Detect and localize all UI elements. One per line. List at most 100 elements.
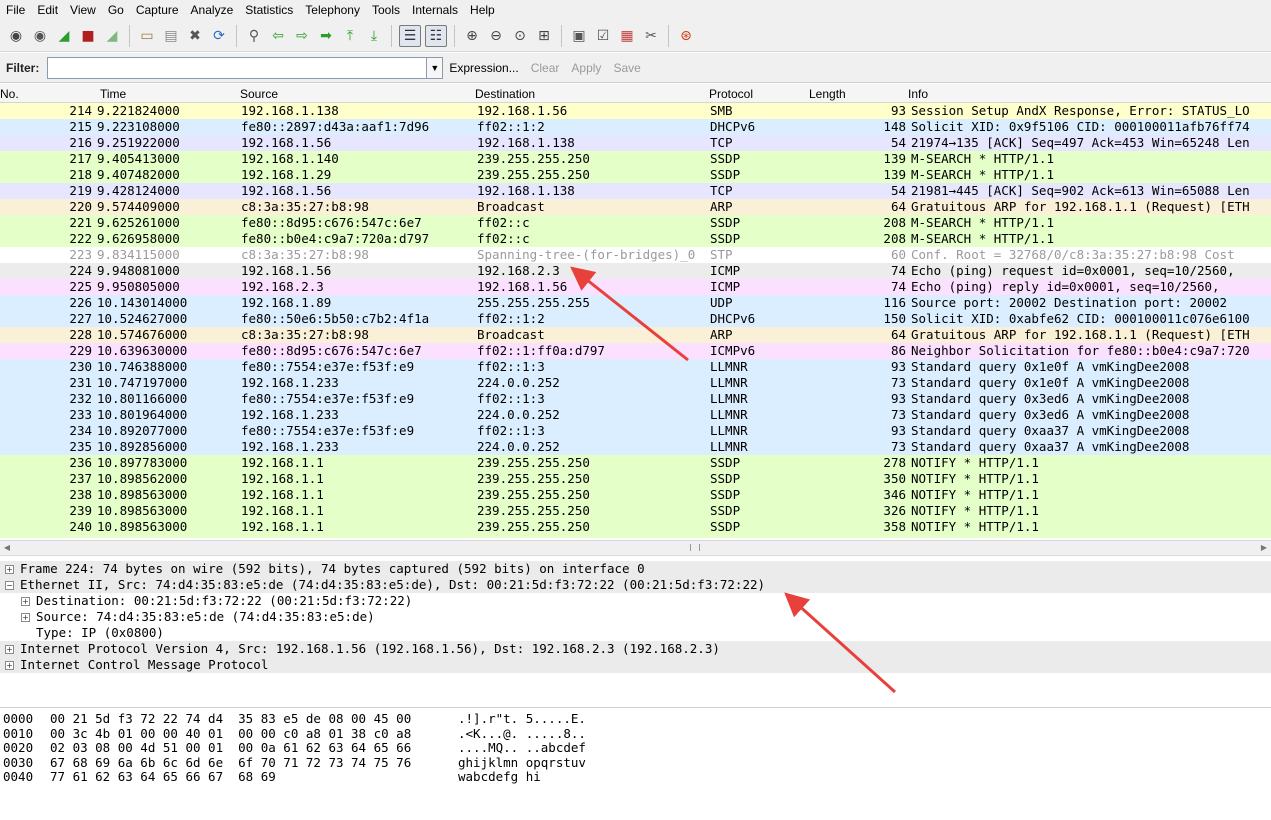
resize-columns-icon[interactable]: ⊞ bbox=[534, 26, 554, 46]
go-forward-icon[interactable]: ⇨ bbox=[292, 26, 312, 46]
hex-offset[interactable]: 0020 bbox=[3, 740, 33, 756]
go-back-icon[interactable]: ⇦ bbox=[268, 26, 288, 46]
hex-bytes[interactable]: 02 03 08 00 4d 51 00 01 00 0a 61 62 63 6… bbox=[50, 740, 411, 756]
packet-row[interactable]: 220 9.574409000 c8:3a:35:27:b8:98 Broadcast… bbox=[0, 199, 1271, 215]
detail-tree-item[interactable]: + Internet Protocol Version 4, Src: 192.1… bbox=[0, 641, 1271, 657]
packet-row[interactable]: 224 9.948081000 192.168.1.56 192.168.2.3 ICM… bbox=[0, 263, 1271, 279]
menu-file[interactable]: File bbox=[0, 0, 31, 20]
menu-go[interactable]: Go bbox=[102, 0, 130, 20]
column-header-source[interactable]: Source bbox=[240, 84, 278, 102]
column-header-destination[interactable]: Destination bbox=[475, 84, 535, 102]
expand-icon[interactable]: + bbox=[5, 565, 14, 574]
packet-list[interactable]: No. Time Source Destination Protocol Len… bbox=[0, 84, 1271, 538]
column-header-time[interactable]: Time bbox=[100, 84, 126, 102]
expand-icon[interactable]: + bbox=[5, 645, 14, 654]
hex-ascii[interactable]: .<K...@. .....8.. bbox=[458, 726, 586, 742]
hex-ascii[interactable]: .!].r"t. 5.....E. bbox=[458, 711, 586, 727]
menu-edit[interactable]: Edit bbox=[31, 0, 64, 20]
packet-bytes-pane[interactable]: 0000 00 21 5d f3 72 22 74 d4 35 83 e5 de … bbox=[0, 711, 1271, 820]
open-file-icon[interactable]: ▭ bbox=[137, 26, 157, 46]
packet-details-pane[interactable]: + Frame 224: 74 bytes on wire (592 bits),… bbox=[0, 561, 1271, 708]
detail-tree-item[interactable]: Type: IP (0x0800) bbox=[0, 625, 1271, 641]
packet-row[interactable]: 231 10.747197000 192.168.1.233 224.0.0.252 L… bbox=[0, 375, 1271, 391]
collapse-icon[interactable]: − bbox=[5, 581, 14, 590]
packet-row[interactable]: 238 10.898563000 192.168.1.1 239.255.255.25… bbox=[0, 487, 1271, 503]
hex-ascii[interactable]: ....MQ.. ..abcdef bbox=[458, 740, 586, 756]
close-file-icon[interactable]: ✖ bbox=[185, 26, 205, 46]
filter-dropdown-button[interactable]: ▼ bbox=[427, 56, 444, 79]
go-to-packet-icon[interactable]: ➡ bbox=[316, 26, 336, 46]
detail-tree-item[interactable]: + Destination: 00:21:5d:f3:72:22 (00:21:5… bbox=[0, 593, 1271, 609]
packet-row[interactable]: 217 9.405413000 192.168.1.140 239.255.255.2… bbox=[0, 151, 1271, 167]
save-file-icon[interactable]: ▤ bbox=[161, 26, 181, 46]
scroll-left-icon[interactable]: ◀ bbox=[0, 541, 14, 555]
detail-tree-item[interactable]: + Frame 224: 74 bytes on wire (592 bits),… bbox=[0, 561, 1271, 577]
zoom-out-icon[interactable]: ⊖ bbox=[486, 26, 506, 46]
packet-row[interactable]: 221 9.625261000 fe80::8d95:c676:547c:6e7 ff… bbox=[0, 215, 1271, 231]
hex-bytes[interactable]: 77 61 62 63 64 65 66 67 68 69 bbox=[50, 769, 276, 785]
hex-bytes[interactable]: 67 68 69 6a 6b 6c 6d 6e 6f 70 71 72 73 7… bbox=[50, 755, 411, 771]
capture-filters-icon[interactable]: ▣ bbox=[569, 26, 589, 46]
hex-ascii[interactable]: wabcdefg hi bbox=[458, 769, 541, 785]
packet-row[interactable]: 240 10.898563000 192.168.1.1 239.255.255.25… bbox=[0, 519, 1271, 535]
packet-row[interactable]: 230 10.746388000 fe80::7554:e37e:f53f:e9 ff… bbox=[0, 359, 1271, 375]
detail-tree-item[interactable]: + Internet Control Message Protocol bbox=[0, 657, 1271, 673]
packet-row[interactable]: 229 10.639630000 fe80::8d95:c676:547c:6e7 f… bbox=[0, 343, 1271, 359]
hex-offset[interactable]: 0010 bbox=[3, 726, 33, 742]
packet-row[interactable]: 214 9.221824000 192.168.1.138 192.168.1.56 S… bbox=[0, 103, 1271, 119]
menu-analyze[interactable]: Analyze bbox=[185, 0, 240, 20]
menu-telephony[interactable]: Telephony bbox=[299, 0, 366, 20]
expression-button[interactable]: Expression... bbox=[449, 61, 518, 75]
packet-row[interactable]: 219 9.428124000 192.168.1.56 192.168.1.138 T… bbox=[0, 183, 1271, 199]
menu-help[interactable]: Help bbox=[464, 0, 501, 20]
packet-row[interactable]: 228 10.574676000 c8:3a:35:27:b8:98 Broadcas… bbox=[0, 327, 1271, 343]
hex-offset[interactable]: 0000 bbox=[3, 711, 33, 727]
filter-input[interactable] bbox=[47, 56, 428, 79]
packet-row[interactable]: 223 9.834115000 c8:3a:35:27:b8:98 Spanning-… bbox=[0, 247, 1271, 263]
packet-row[interactable]: 218 9.407482000 192.168.1.29 239.255.255.25… bbox=[0, 167, 1271, 183]
go-first-icon[interactable]: ⤒ bbox=[340, 26, 360, 46]
restart-capture-icon[interactable]: ◢ bbox=[102, 26, 122, 46]
start-capture-icon[interactable]: ◢ bbox=[54, 26, 74, 46]
colorize-icon[interactable]: ☰ bbox=[399, 24, 421, 47]
packet-row[interactable]: 234 10.892077000 fe80::7554:e37e:f53f:e9 ff… bbox=[0, 423, 1271, 439]
detail-tree-item[interactable]: − Ethernet II, Src: 74:d4:35:83:e5:de (74… bbox=[0, 577, 1271, 593]
packet-row[interactable]: 237 10.898562000 192.168.1.1 239.255.255.25… bbox=[0, 471, 1271, 487]
hex-bytes[interactable]: 00 21 5d f3 72 22 74 d4 35 83 e5 de 08 0… bbox=[50, 711, 411, 727]
hex-ascii[interactable]: ghijklmn opqrstuv bbox=[458, 755, 586, 771]
expand-icon[interactable]: + bbox=[21, 597, 30, 606]
packet-row[interactable]: 241 10.898564000 192.168.1.1 239.255.255.25… bbox=[0, 535, 1271, 538]
packet-list-horizontal-scrollbar[interactable]: ◀ ▶ bbox=[0, 540, 1271, 556]
stop-capture-icon[interactable]: ■ bbox=[78, 26, 98, 46]
packet-row[interactable]: 222 9.626958000 fe80::b0e4:c9a7:720a:d797 f… bbox=[0, 231, 1271, 247]
preferences-icon[interactable]: ✂ bbox=[641, 26, 661, 46]
hex-offset[interactable]: 0030 bbox=[3, 755, 33, 771]
find-packet-icon[interactable]: ⚲ bbox=[244, 26, 264, 46]
coloring-rules-icon[interactable]: ▦ bbox=[617, 26, 637, 46]
detail-tree-item[interactable]: + Source: 74:d4:35:83:e5:de (74:d4:35:83:… bbox=[0, 609, 1271, 625]
display-filters-icon[interactable]: ☑ bbox=[593, 26, 613, 46]
packet-row[interactable]: 227 10.524627000 fe80::50e6:5b50:c7b2:4f1a… bbox=[0, 311, 1271, 327]
zoom-in-icon[interactable]: ⊕ bbox=[462, 26, 482, 46]
capture-options-icon[interactable]: ◉ bbox=[30, 26, 50, 46]
hex-bytes[interactable]: 00 3c 4b 01 00 00 40 01 00 00 c0 a8 01 3… bbox=[50, 726, 411, 742]
packet-row[interactable]: 232 10.801166000 fe80::7554:e37e:f53f:e9 ff… bbox=[0, 391, 1271, 407]
packet-row[interactable]: 239 10.898563000 192.168.1.1 239.255.255.25… bbox=[0, 503, 1271, 519]
clear-button[interactable]: Clear bbox=[531, 61, 560, 75]
column-header-info[interactable]: Info bbox=[908, 84, 928, 102]
hex-offset[interactable]: 0040 bbox=[3, 769, 33, 785]
menu-tools[interactable]: Tools bbox=[366, 0, 406, 20]
menu-statistics[interactable]: Statistics bbox=[239, 0, 299, 20]
packet-row[interactable]: 236 10.897783000 192.168.1.1 239.255.255.25… bbox=[0, 455, 1271, 471]
go-last-icon[interactable]: ⤓ bbox=[364, 26, 384, 46]
packet-row[interactable]: 226 10.143014000 192.168.1.89 255.255.255.2… bbox=[0, 295, 1271, 311]
reload-icon[interactable]: ⟳ bbox=[209, 26, 229, 46]
scroll-thumb-grip[interactable] bbox=[690, 544, 700, 551]
zoom-normal-icon[interactable]: ⊙ bbox=[510, 26, 530, 46]
scroll-right-icon[interactable]: ▶ bbox=[1257, 541, 1271, 555]
menu-view[interactable]: View bbox=[64, 0, 102, 20]
packet-row[interactable]: 235 10.892856000 192.168.1.233 224.0.0.252 L… bbox=[0, 439, 1271, 455]
save-filter-button[interactable]: Save bbox=[613, 61, 640, 75]
packet-row[interactable]: 225 9.950805000 192.168.2.3 192.168.1.56 ICM… bbox=[0, 279, 1271, 295]
help-icon[interactable]: ⊛ bbox=[676, 26, 696, 46]
